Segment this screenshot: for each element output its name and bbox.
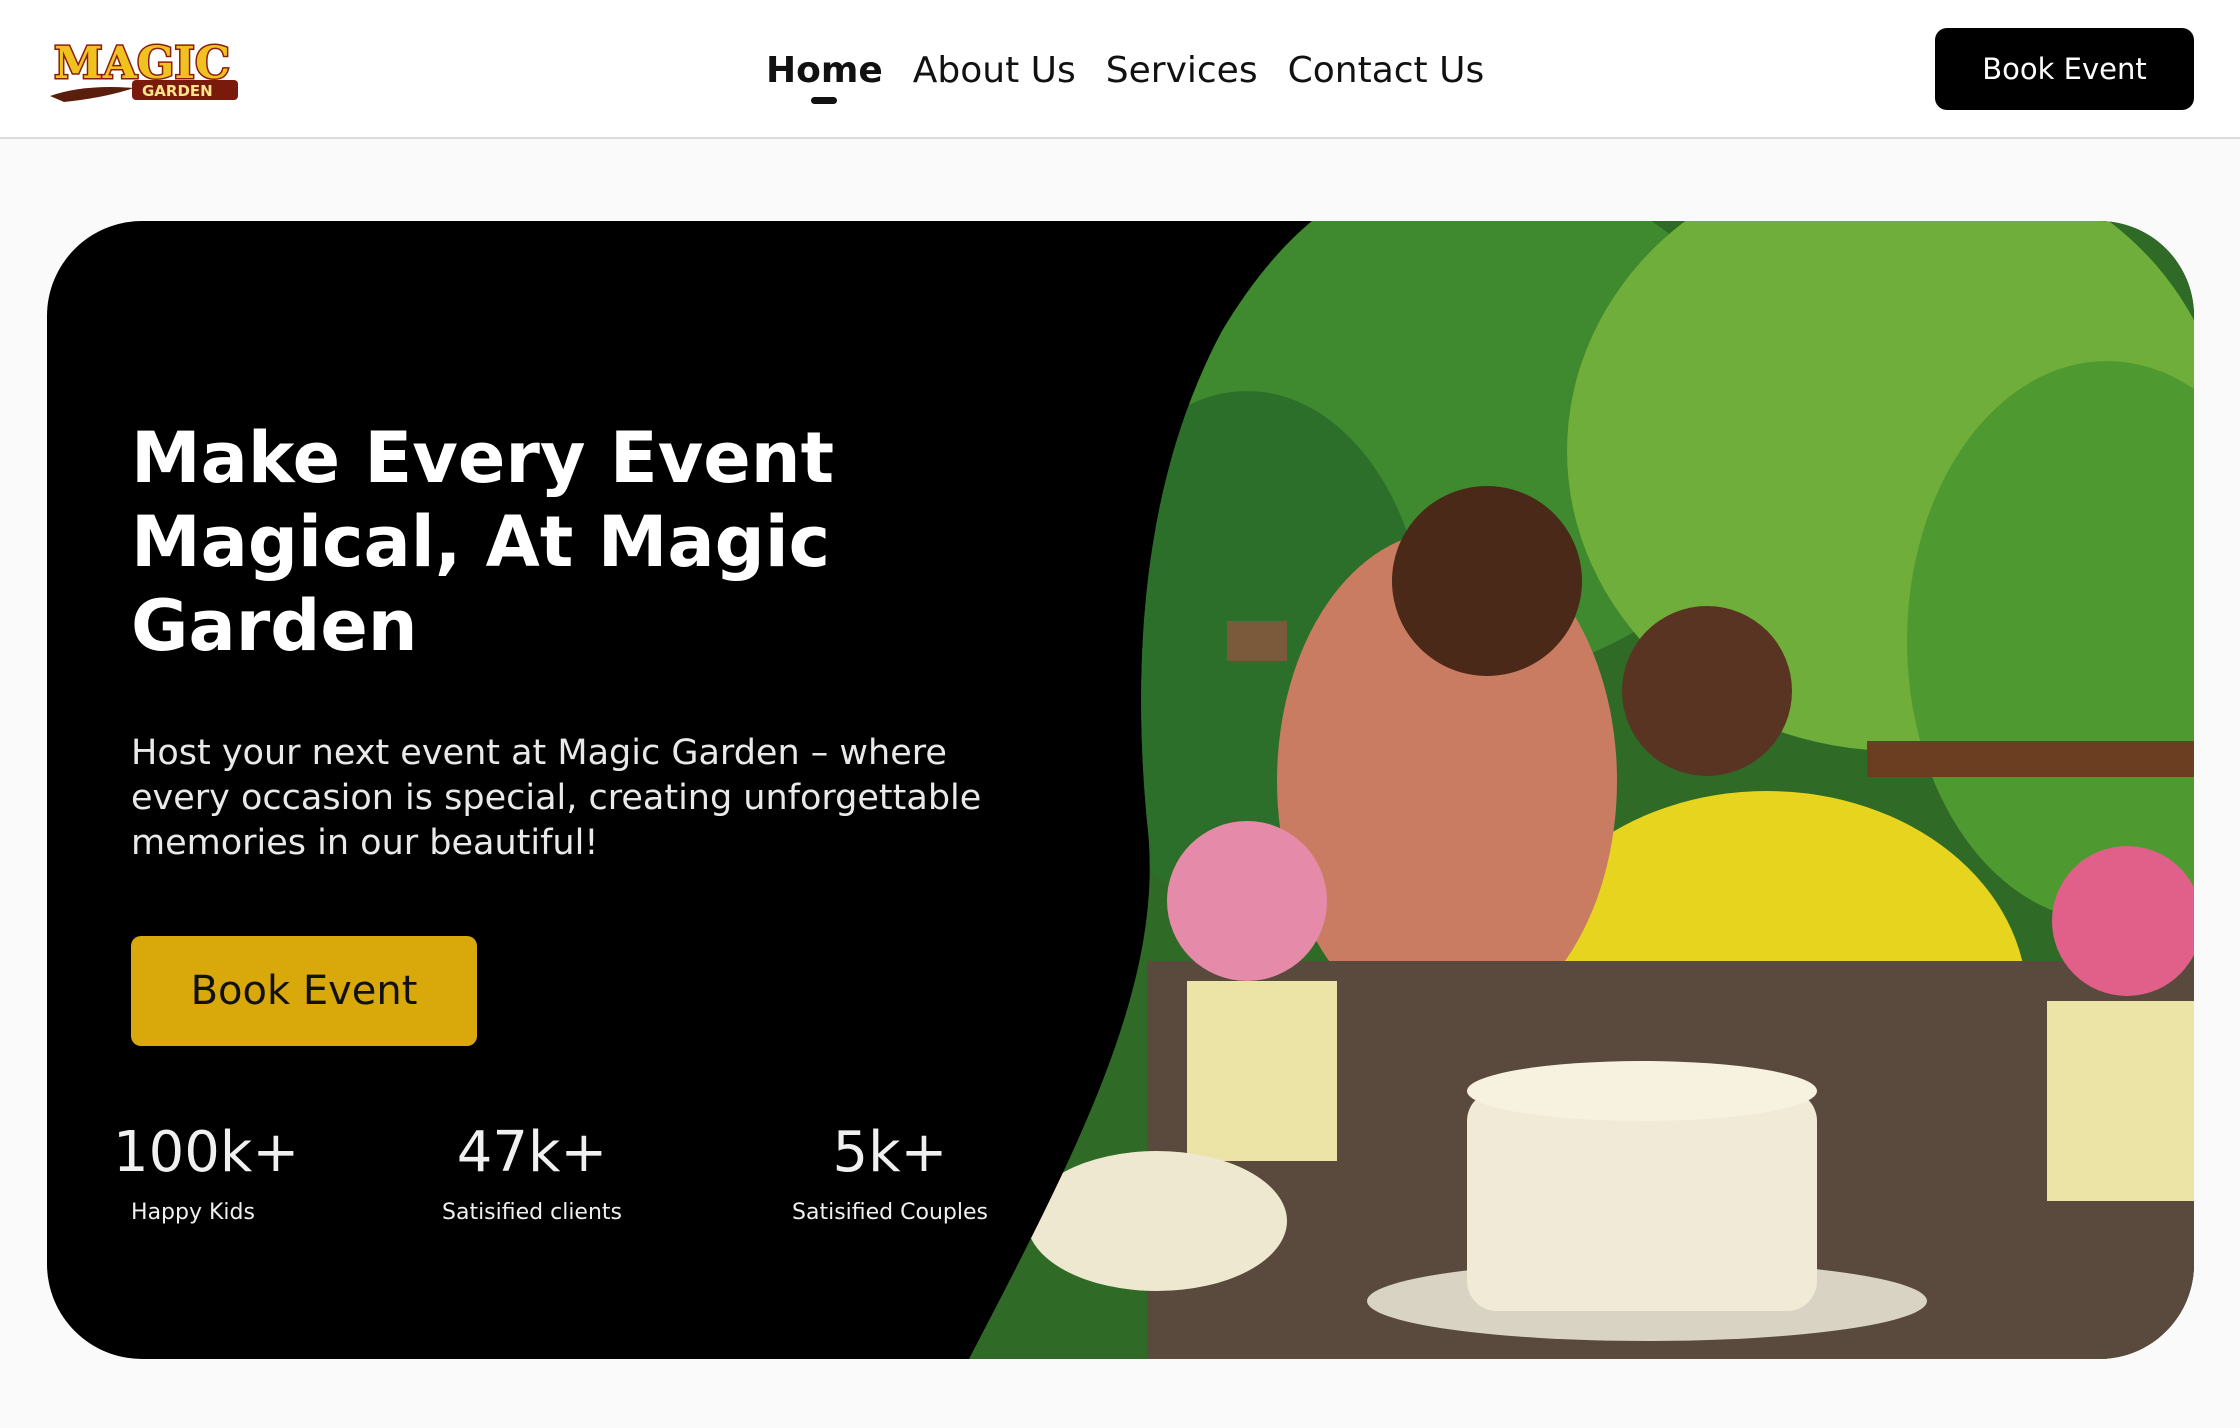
stat-satisfied-couples: 5k+ Satisified Couples	[760, 1121, 1020, 1229]
stat-happy-kids: 100k+ Happy Kids	[113, 1120, 300, 1229]
stat-label: Satisified clients	[442, 1200, 622, 1225]
stat-value: 100k+	[113, 1120, 300, 1185]
hero-section: Make Every Event Magical, At Magic Garde…	[47, 221, 2194, 1359]
nav-contact-us-label: Contact Us	[1287, 50, 1485, 91]
main-nav: Home About Us Services Contact Us	[766, 44, 1485, 104]
active-nav-indicator	[811, 97, 838, 104]
hero-title: Make Every Event Magical, At Magic Garde…	[131, 417, 835, 667]
site-header: MAGIC GARDEN Home About Us Services Cont…	[0, 0, 2240, 139]
stat-label: Happy Kids	[131, 1200, 255, 1225]
header-book-event-label: Book Event	[1982, 52, 2147, 86]
hero-book-event-button[interactable]: Book Event	[131, 936, 477, 1046]
hero-book-event-label: Book Event	[190, 968, 418, 1014]
nav-home-label: Home	[766, 50, 883, 91]
stat-label: Satisified Couples	[792, 1200, 988, 1225]
magic-garden-logo[interactable]: MAGIC GARDEN	[44, 30, 244, 106]
stat-value: 47k+	[456, 1120, 608, 1185]
nav-home[interactable]: Home	[766, 44, 883, 104]
stat-satisfied-clients: 47k+ Satisified clients	[422, 1121, 642, 1229]
svg-text:GARDEN: GARDEN	[142, 82, 213, 100]
nav-contact-us[interactable]: Contact Us	[1288, 44, 1485, 98]
hero-description: Host your next event at Magic Garden – w…	[131, 733, 982, 863]
nav-services[interactable]: Services	[1106, 44, 1258, 98]
nav-about-us-label: About Us	[912, 50, 1076, 91]
nav-about-us[interactable]: About Us	[913, 44, 1076, 98]
nav-services-label: Services	[1105, 50, 1258, 91]
header-book-event-button[interactable]: Book Event	[1935, 28, 2194, 110]
stat-value: 5k+	[832, 1120, 948, 1185]
